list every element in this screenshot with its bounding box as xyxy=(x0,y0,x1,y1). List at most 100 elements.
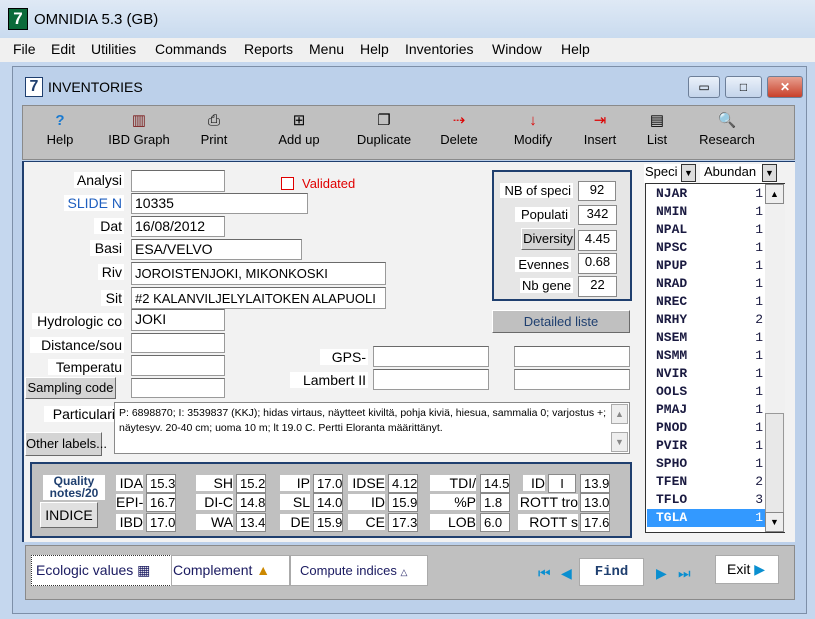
species-row[interactable]: NVIR 1 xyxy=(647,365,765,383)
menu-file[interactable]: File xyxy=(13,41,36,57)
species-abundance: 1 xyxy=(755,384,763,399)
hydrologic-field[interactable]: JOKI xyxy=(131,309,225,331)
particularities-label: Particulariti xyxy=(44,406,124,422)
print-button[interactable]: ⎙ Print xyxy=(193,106,235,161)
species-abundance: 1 xyxy=(755,186,763,201)
previous-record-icon[interactable]: ◀ xyxy=(561,565,572,582)
tab-compute-indices[interactable]: Compute indices △ xyxy=(290,555,428,586)
duplicate-button[interactable]: ❐ Duplicate xyxy=(355,106,413,161)
site-field[interactable]: #2 KALANVILJELYLAITOKEN ALAPUOLI xyxy=(131,287,386,309)
menu-help-2[interactable]: Help xyxy=(561,41,590,57)
abundance-column-dropdown[interactable]: Abundan ▼ xyxy=(700,164,777,183)
menu-utilities[interactable]: Utilities xyxy=(91,41,136,57)
index-value: 14.0 xyxy=(313,493,343,512)
particularities-textarea[interactable]: P: 6898870; I: 3539837 (KKJ); hidas virt… xyxy=(114,402,630,454)
gps-field-2[interactable] xyxy=(514,346,630,367)
hydrologic-label: Hydrologic co xyxy=(32,313,124,329)
species-row[interactable]: NPSC 1 xyxy=(647,239,765,257)
basin-field[interactable]: ESA/VELVO xyxy=(131,239,302,260)
detailed-list-button[interactable]: Detailed liste xyxy=(492,310,630,333)
species-column-dropdown[interactable]: Speci ▼ xyxy=(644,164,696,183)
sampling-code-field[interactable] xyxy=(131,378,225,398)
minimize-button[interactable]: ▭ xyxy=(688,76,720,98)
species-row[interactable]: NPAL 1 xyxy=(647,221,765,239)
menu-inventories[interactable]: Inventories xyxy=(405,41,473,57)
temperature-field[interactable] xyxy=(131,355,225,376)
maximize-button[interactable]: □ xyxy=(725,76,762,98)
find-button[interactable]: Find xyxy=(579,558,644,586)
species-code: TFLO xyxy=(656,492,688,507)
date-label: Dat xyxy=(94,218,124,234)
analysis-field[interactable] xyxy=(131,170,225,192)
species-row[interactable]: NSEM 1 xyxy=(647,329,765,347)
first-record-icon[interactable]: ⏮ xyxy=(538,565,551,582)
index-label: SL xyxy=(280,494,310,510)
last-record-icon[interactable]: ⏭ xyxy=(678,565,691,582)
index-label: SH xyxy=(196,475,233,491)
insert-button[interactable]: ⇥ Insert xyxy=(579,106,621,161)
menu-help[interactable]: Help xyxy=(360,41,389,57)
species-row[interactable]: NSMM 1 xyxy=(647,347,765,365)
species-row[interactable]: TFLO 3 xyxy=(647,491,765,509)
species-row[interactable]: NREC 1 xyxy=(647,293,765,311)
species-list[interactable]: NJAR 1 NMIN 1 NPAL 1 NPSC 1 NPUP 1 NRAD 1 NREC 1 NRHY 2… xyxy=(645,183,785,533)
species-row[interactable]: NRAD 1 xyxy=(647,275,765,293)
scroll-up-button[interactable]: ▲ xyxy=(611,404,628,424)
gps-field-1[interactable] xyxy=(373,346,489,367)
list-button[interactable]: ▤ List xyxy=(641,106,673,161)
species-row[interactable]: TGLA 1 xyxy=(647,509,765,527)
indice-button[interactable]: INDICE xyxy=(40,502,98,528)
site-label: Sit xyxy=(101,290,124,306)
species-row[interactable]: OOLS 1 xyxy=(647,383,765,401)
species-row[interactable]: PVIR 1 xyxy=(647,437,765,455)
species-row[interactable]: PNOD 1 xyxy=(647,419,765,437)
other-labels-button[interactable]: Other labels... xyxy=(25,432,107,456)
scroll-thumb[interactable] xyxy=(765,413,784,513)
tab-complement[interactable]: Complement ▲ xyxy=(171,555,290,586)
species-code: PVIR xyxy=(656,438,688,453)
lambert-field-2[interactable] xyxy=(514,369,630,390)
menu-menu[interactable]: Menu xyxy=(309,41,344,57)
temperature-label: Temperatu xyxy=(48,359,124,375)
next-record-icon[interactable]: ▶ xyxy=(656,565,667,582)
add-up-button[interactable]: ⊞ Add up xyxy=(273,106,325,161)
diversity-button[interactable]: Diversity xyxy=(521,228,575,250)
list-icon: ▤ xyxy=(649,112,665,129)
menu-window[interactable]: Window xyxy=(492,41,542,57)
help-button[interactable]: ? Help xyxy=(37,106,83,161)
species-row[interactable]: NJAR 1 xyxy=(647,185,765,203)
exit-button[interactable]: Exit ▶ xyxy=(715,555,779,584)
species-row[interactable]: NRHY 2 xyxy=(647,311,765,329)
lambert-field-1[interactable] xyxy=(373,369,489,390)
menu-edit[interactable]: Edit xyxy=(51,41,75,57)
species-row[interactable]: NPUP 1 xyxy=(647,257,765,275)
research-button[interactable]: 🔍 Research xyxy=(693,106,761,161)
analysis-label: Analysi xyxy=(74,172,124,188)
species-row[interactable]: PMAJ 1 xyxy=(647,401,765,419)
menu-commands[interactable]: Commands xyxy=(155,41,227,57)
species-row[interactable]: NMIN 1 xyxy=(647,203,765,221)
scroll-down-button[interactable]: ▼ xyxy=(765,512,784,532)
delete-button[interactable]: ⇢ Delete xyxy=(436,106,482,161)
species-row[interactable]: TFEN 2 xyxy=(647,473,765,491)
modify-button[interactable]: ↓ Modify xyxy=(510,106,556,161)
app-logo-icon: 7 xyxy=(8,8,28,30)
tab-ecologic-values[interactable]: Ecologic values ▦ xyxy=(31,555,172,586)
ibd-graph-button[interactable]: ▥ IBD Graph xyxy=(103,106,175,161)
river-field[interactable]: JOROISTENJOKI, MIKONKOSKI xyxy=(131,262,386,285)
sampling-code-button[interactable]: Sampling code xyxy=(25,377,116,399)
scroll-up-button[interactable]: ▲ xyxy=(765,184,784,204)
distance-field[interactable] xyxy=(131,333,225,353)
species-abundance: 3 xyxy=(755,492,763,507)
species-row[interactable]: SPHO 1 xyxy=(647,455,765,473)
list-scrollbar[interactable]: ▲ ▼ xyxy=(765,184,785,532)
validated-checkbox[interactable] xyxy=(281,177,294,190)
date-field[interactable]: 16/08/2012 xyxy=(131,216,225,237)
slide-field[interactable]: 10335 xyxy=(131,193,308,214)
index-value: 15.9 xyxy=(313,513,343,532)
close-button[interactable]: ✕ xyxy=(767,76,803,98)
menu-reports[interactable]: Reports xyxy=(244,41,293,57)
printer-icon: ⎙ xyxy=(207,112,220,129)
research-label: Research xyxy=(699,132,755,147)
scroll-down-button[interactable]: ▼ xyxy=(611,432,628,452)
